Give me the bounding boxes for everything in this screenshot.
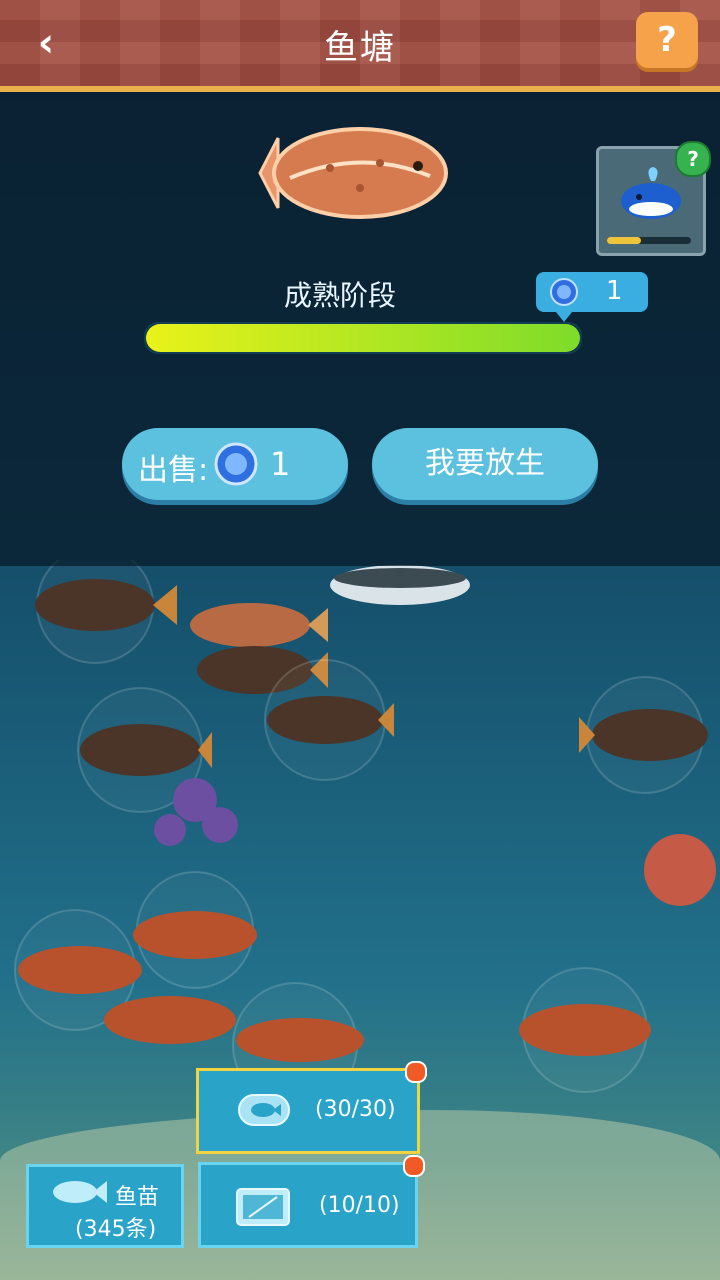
flounder-fish-icon [190,603,328,647]
pond-capacity-text: (30/30) [315,1097,396,1122]
whale-progress-fill [607,237,641,244]
shrimp-icon [133,871,257,989]
fish-tag-icon [238,1094,290,1126]
whale-progress-bar [607,237,691,244]
help-button[interactable]: ? [636,12,698,68]
shrimp-icon [104,996,236,1044]
tank-icon [236,1188,290,1226]
seedlings-count: (345条) [75,1217,157,1242]
growth-progress-bar [144,322,582,354]
fish-icon [53,1181,107,1203]
fish-seedlings-button[interactable]: 鱼苗 (345条) [26,1164,184,1248]
coral-icon [644,834,716,906]
shrimp-icon [519,967,651,1093]
flounder-fish-icon [264,659,394,781]
sell-price: 1 [270,445,291,483]
notification-dot [403,1155,425,1177]
top-bar: ‹ 鱼塘 ? [0,0,720,92]
pond-capacity-button[interactable]: (30/30) [196,1061,427,1154]
sell-button[interactable]: 出售: 1 [122,428,348,500]
sell-label: 出售: [138,453,209,488]
growth-progress-fill [146,324,580,352]
flounder-fish-icon [579,676,708,794]
blue-gem-icon [550,278,578,306]
reward-badge: 1 [536,272,648,322]
whale-icon [621,167,681,219]
blue-gem-icon [214,442,258,486]
notification-dot [405,1061,427,1083]
whale-collection-card[interactable]: ? [596,141,711,256]
reward-value: 1 [606,276,623,306]
whale-help-icon[interactable]: ? [675,141,711,177]
pond-creatures [14,560,716,1108]
flounder-fish-icon [35,560,177,664]
page-title: 鱼塘 [324,28,396,68]
flounder-fish-icon [258,127,448,219]
seedlings-label: 鱼苗 [115,1185,160,1210]
fish-tank-button[interactable]: (10/10) [198,1155,425,1248]
release-button[interactable]: 我要放生 [372,428,598,500]
tank-capacity-text: (10/10) [319,1193,400,1218]
mackerel-fish-icon [330,565,470,605]
